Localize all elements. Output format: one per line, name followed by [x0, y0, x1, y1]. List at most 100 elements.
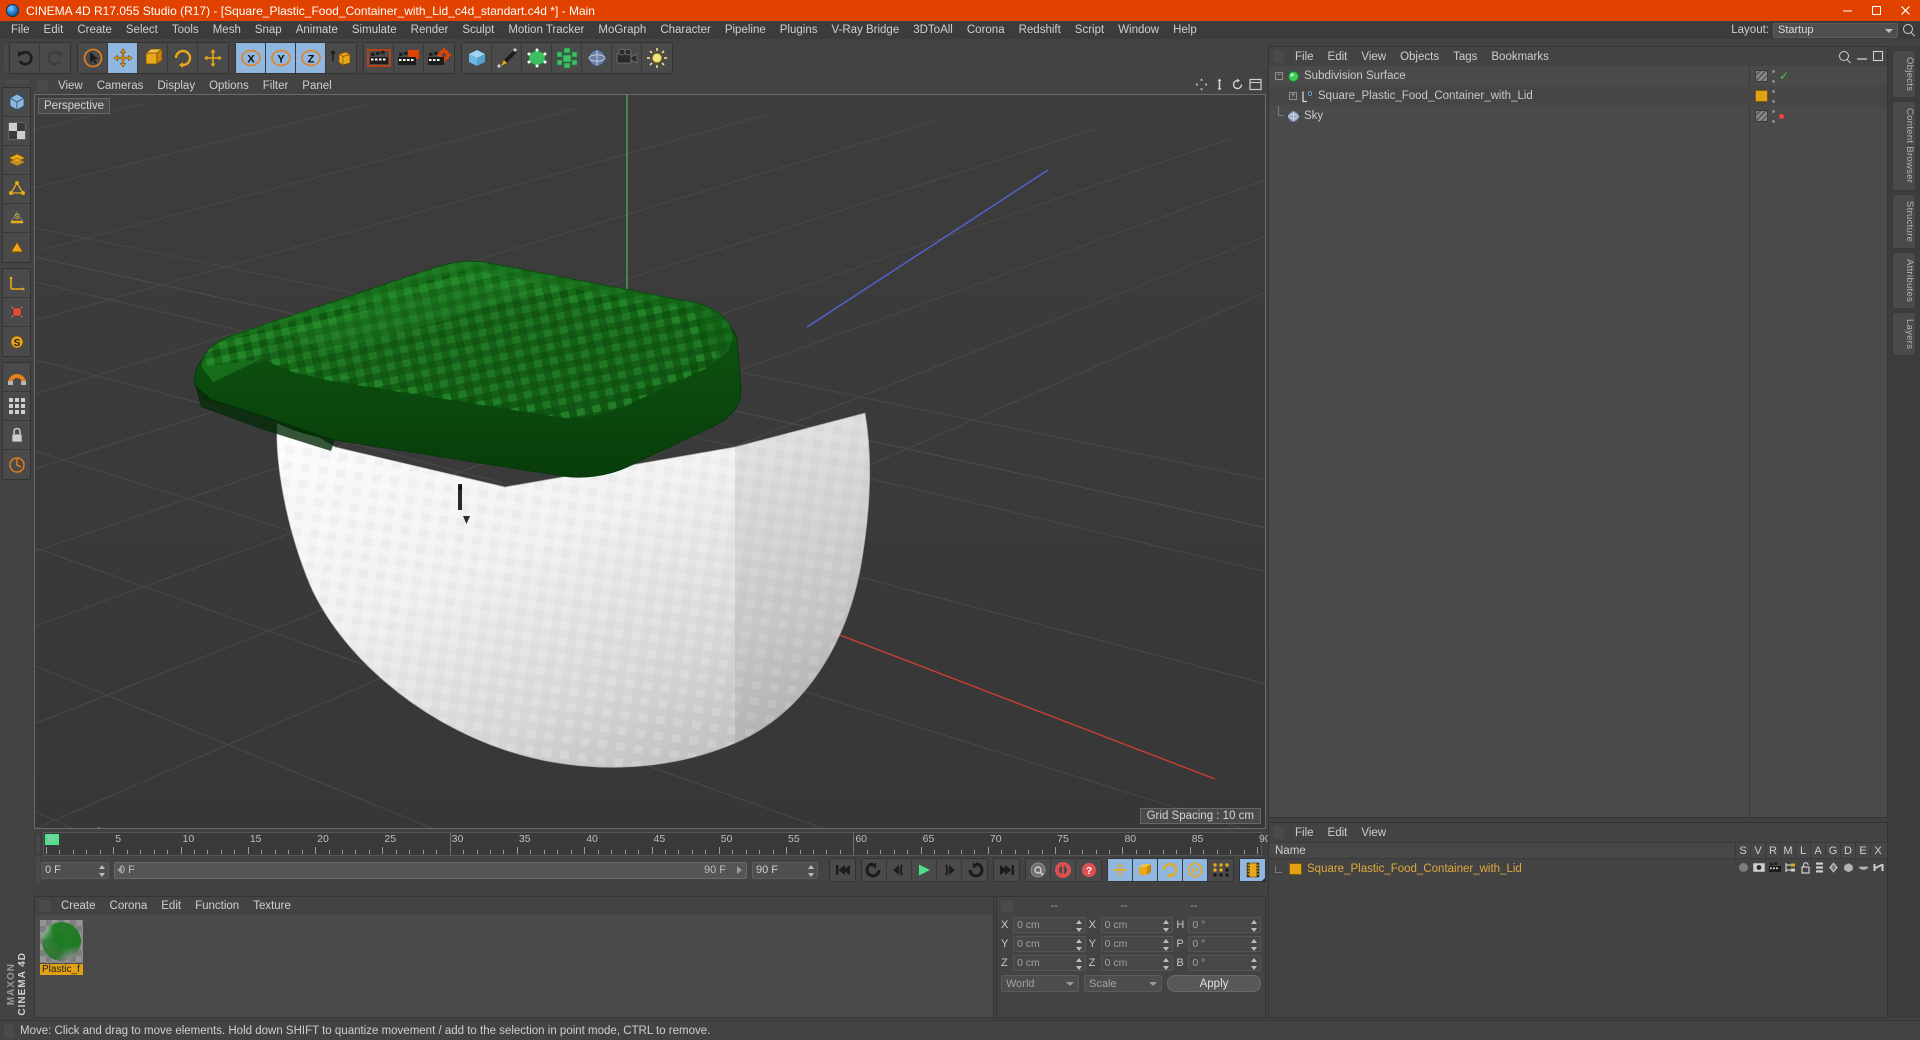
position-keyframe-icon[interactable] — [1108, 859, 1133, 881]
tag-column-e[interactable]: E — [1855, 843, 1870, 860]
menu-item-tools[interactable]: Tools — [165, 21, 206, 39]
status-dot-icon[interactable] — [1779, 113, 1784, 119]
add-camera-icon[interactable] — [612, 43, 642, 73]
lock-y-icon[interactable]: Y — [266, 43, 296, 73]
layer-tag-icon[interactable] — [1814, 861, 1825, 874]
menu-item-animate[interactable]: Animate — [289, 21, 345, 39]
quantize-icon[interactable] — [3, 450, 30, 479]
menu-item-help[interactable]: Help — [1166, 21, 1204, 39]
timeline-playhead[interactable] — [853, 833, 855, 855]
rotate-view-icon[interactable] — [1231, 78, 1244, 91]
edge-mode-icon[interactable]: S — [3, 204, 30, 233]
scale-tool-icon[interactable] — [138, 43, 168, 73]
minimize-panel-icon[interactable] — [1856, 50, 1868, 62]
record-active-objects-icon[interactable] — [1026, 859, 1051, 881]
object-manager-menu-file[interactable]: File — [1288, 51, 1321, 63]
timeline-ruler[interactable]: 0 5 10 15 20 25 30 35 40 45 50 55 60 65 70 75 80 85 90 — [34, 832, 1271, 856]
lock-tag-icon[interactable] — [1799, 861, 1812, 874]
object-manager-row[interactable]: Sky — [1269, 106, 1887, 126]
enable-axis-icon[interactable] — [3, 298, 30, 327]
tag-dots-icon[interactable] — [1771, 69, 1776, 83]
search-icon[interactable] — [1902, 23, 1916, 37]
object-color-swatch[interactable] — [1755, 90, 1768, 102]
material-manager-grip[interactable] — [39, 900, 50, 912]
maximize-panel-icon[interactable] — [1872, 50, 1884, 62]
autokeying-icon[interactable] — [1051, 859, 1076, 881]
right-tab-attributes[interactable]: Attributes — [1892, 251, 1916, 309]
undo-icon[interactable] — [10, 43, 40, 73]
bottom-object-menu-edit[interactable]: Edit — [1321, 827, 1355, 839]
bottom-object-menu-view[interactable]: View — [1354, 827, 1393, 839]
expand-toggle-icon[interactable]: − — [1273, 66, 1287, 86]
material-thumbnail[interactable] — [40, 920, 83, 963]
current-frame-field[interactable]: 0 F — [41, 861, 109, 879]
object-manager-menu-edit[interactable]: Edit — [1321, 51, 1355, 63]
right-tab-structure[interactable]: Structure — [1892, 193, 1916, 249]
menu-item-corona[interactable]: Corona — [960, 21, 1012, 39]
layout-dropdown[interactable]: Startup — [1773, 22, 1898, 38]
annotation-tag-icon[interactable] — [1827, 861, 1840, 874]
pan-view-icon[interactable] — [1195, 78, 1208, 91]
coordinate-system-dropdown[interactable]: World — [1001, 975, 1079, 992]
right-tab-objects[interactable]: Objects — [1892, 50, 1916, 99]
texture-mode-icon[interactable] — [3, 146, 30, 175]
animbar-grip[interactable] — [34, 855, 41, 885]
status-bar-grip[interactable] — [4, 1023, 14, 1038]
tag-dots-icon[interactable] — [1771, 109, 1776, 123]
parameter-keyframe-icon[interactable]: P — [1183, 859, 1208, 881]
workplane-icon[interactable] — [3, 269, 30, 298]
viewport-menu-view[interactable]: View — [51, 80, 90, 92]
spinner-icon[interactable] — [99, 864, 106, 877]
spinner-icon[interactable] — [1163, 919, 1170, 932]
snap-magnet-icon[interactable] — [3, 363, 30, 392]
viewport-menu-panel[interactable]: Panel — [295, 80, 338, 92]
close-button[interactable] — [1891, 0, 1920, 21]
palette-grip[interactable] — [0, 77, 33, 87]
position-z-field[interactable]: 0 cm — [1013, 954, 1086, 971]
lock-axis-icon[interactable] — [3, 421, 30, 450]
display-tag-icon[interactable] — [1752, 861, 1766, 874]
add-cube-primitive-icon[interactable] — [462, 43, 492, 73]
move-view-icon[interactable] — [1213, 78, 1226, 91]
menu-item-plugins[interactable]: Plugins — [773, 21, 825, 39]
minimize-button[interactable] — [1833, 0, 1862, 21]
menu-item-render[interactable]: Render — [404, 21, 456, 39]
tag-column-r[interactable]: R — [1765, 843, 1780, 860]
move-axis-icon[interactable] — [198, 43, 228, 73]
frame-range-scrubber[interactable]: 0 F 90 F — [114, 861, 747, 879]
go-to-next-keyframe-icon[interactable] — [962, 859, 987, 881]
menu-item-select[interactable]: Select — [119, 21, 165, 39]
render-settings-icon[interactable] — [424, 43, 454, 73]
viewport-menu-options[interactable]: Options — [202, 80, 256, 92]
play-forward-icon[interactable] — [912, 859, 937, 881]
tag-dots-icon[interactable] — [1771, 89, 1776, 103]
material-menu-function[interactable]: Function — [188, 900, 246, 912]
render-view-icon[interactable] — [364, 43, 394, 73]
material-menu-create[interactable]: Create — [54, 900, 103, 912]
scrubber-right-arrow-icon[interactable] — [737, 866, 742, 874]
tag-column-v[interactable]: V — [1750, 843, 1765, 860]
go-to-end-icon[interactable] — [994, 859, 1019, 881]
viewport-menu-cameras[interactable]: Cameras — [90, 80, 151, 92]
lock-z-icon[interactable]: Z — [296, 43, 326, 73]
redo-icon[interactable] — [40, 43, 70, 73]
menu-item-3dtoall[interactable]: 3DToAll — [906, 21, 960, 39]
coordinates-grip[interactable] — [1001, 899, 1013, 912]
mograph-tag-icon[interactable] — [1784, 861, 1797, 874]
snap-grid-icon[interactable] — [3, 392, 30, 421]
menu-item-mograph[interactable]: MoGraph — [591, 21, 653, 39]
spinner-icon[interactable] — [1251, 938, 1258, 951]
object-manager-menu-tags[interactable]: Tags — [1446, 51, 1484, 63]
add-spline-pen-icon[interactable] — [492, 43, 522, 73]
go-to-previous-keyframe-icon[interactable] — [862, 859, 887, 881]
check-icon[interactable]: ✓ — [1779, 69, 1789, 83]
rotate-tool-icon[interactable] — [168, 43, 198, 73]
tag-column-d[interactable]: D — [1840, 843, 1855, 860]
select-cursor-icon[interactable] — [78, 43, 108, 73]
maximize-view-icon[interactable] — [1249, 78, 1262, 91]
polygon-mode-icon[interactable] — [3, 233, 30, 262]
point-mode-icon[interactable] — [3, 175, 30, 204]
spinner-icon[interactable] — [1075, 938, 1083, 951]
keyframe-selection-icon[interactable]: ? — [1076, 859, 1101, 881]
menu-item-v-ray-bridge[interactable]: V-Ray Bridge — [824, 21, 906, 39]
